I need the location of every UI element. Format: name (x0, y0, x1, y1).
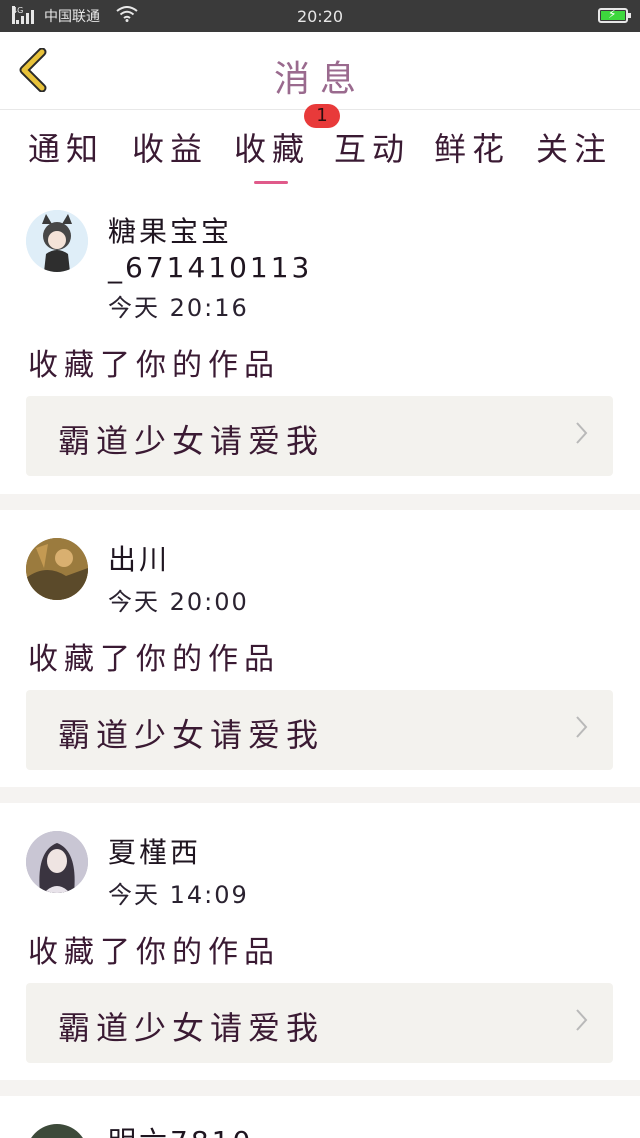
message-card: 明六7810 (0, 1096, 640, 1138)
tab-earnings[interactable]: 收益 (132, 124, 208, 170)
status-bar: 4G 中国联通 20:20 ⚡ (0, 0, 640, 32)
message-card: 夏槿西 今天 14:09 收藏了你的作品 霸道少女请爱我 (0, 803, 640, 1079)
status-time: 20:20 (296, 7, 344, 26)
message-card: 出川 今天 20:00 收藏了你的作品 霸道少女请爱我 (0, 510, 640, 786)
unread-badge: 1 (304, 104, 340, 128)
username[interactable]: 明六7810 (108, 1124, 253, 1138)
avatar[interactable] (26, 1124, 88, 1138)
timestamp: 今天 14:09 (108, 881, 249, 909)
chevron-right-icon (575, 714, 589, 747)
chevron-right-icon (575, 420, 589, 453)
timestamp: 今天 20:16 (108, 294, 249, 322)
message-card: 糖果宝宝_671410113 今天 20:16 收藏了你的作品 霸道少女请爱我 (0, 190, 640, 490)
tab-notifications[interactable]: 通知 (28, 124, 104, 170)
work-link[interactable]: 霸道少女请爱我 (26, 396, 613, 476)
tab-flowers[interactable]: 鲜花 (434, 124, 510, 170)
tab-interactions[interactable]: 互动 (334, 124, 410, 170)
avatar[interactable] (26, 538, 88, 600)
timestamp: 今天 20:00 (108, 588, 249, 616)
tab-favorites[interactable]: 收藏 (234, 124, 310, 184)
work-link[interactable]: 霸道少女请爱我 (26, 690, 613, 770)
page-title: 消息 (273, 59, 366, 100)
divider (0, 1080, 640, 1096)
action-text: 收藏了你的作品 (28, 348, 280, 383)
username[interactable]: 夏槿西 (108, 835, 201, 871)
work-title: 霸道少女请爱我 (58, 1009, 325, 1047)
divider (0, 494, 640, 510)
avatar[interactable] (26, 831, 88, 893)
work-link[interactable]: 霸道少女请爱我 (26, 983, 613, 1063)
username[interactable]: 糖果宝宝_671410113 (108, 214, 309, 286)
work-title: 霸道少女请爱我 (58, 422, 325, 460)
work-title: 霸道少女请爱我 (58, 716, 325, 754)
chevron-right-icon (575, 1007, 589, 1040)
header: 消息 (0, 32, 640, 110)
username[interactable]: 出川 (108, 542, 170, 578)
action-text: 收藏了你的作品 (28, 642, 280, 677)
tab-following[interactable]: 关注 (536, 124, 612, 170)
battery-icon: ⚡ (598, 7, 631, 23)
avatar[interactable] (26, 210, 88, 272)
divider (0, 787, 640, 803)
action-text: 收藏了你的作品 (28, 935, 280, 970)
